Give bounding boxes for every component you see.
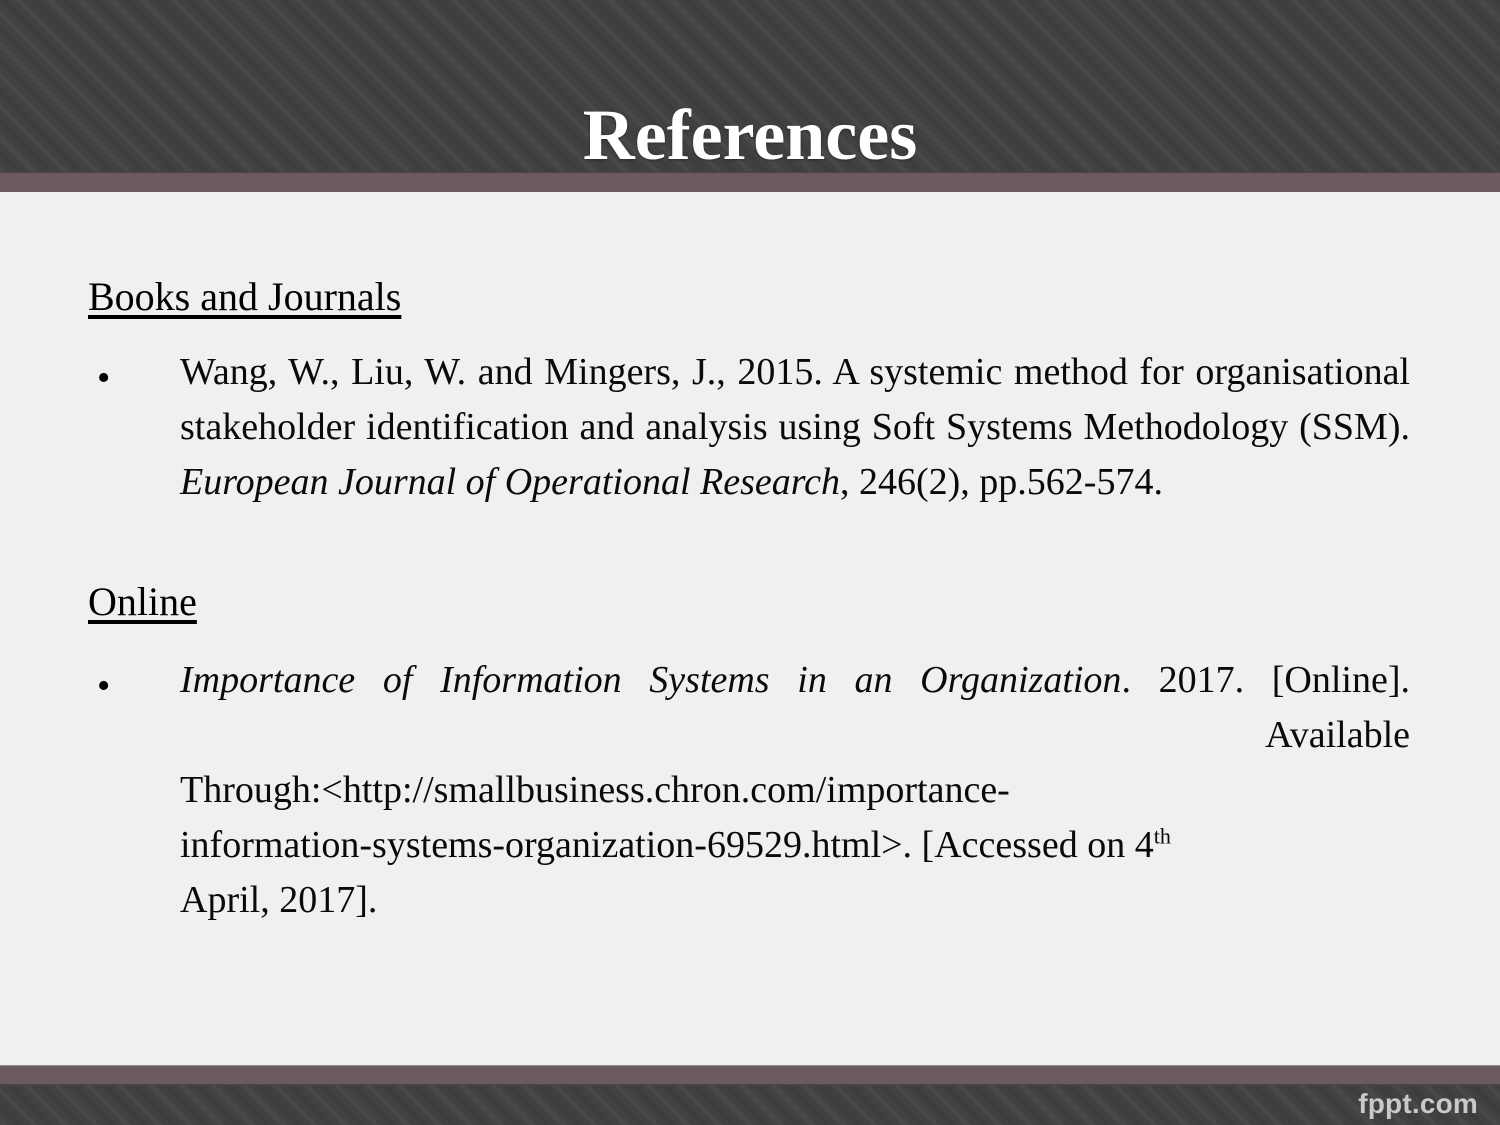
page-title: References <box>582 95 918 175</box>
reference-journal-title: European Journal of Operational Research <box>180 461 840 503</box>
reference-lead-text: Wang, W., Liu, W. and Mingers, J., 2015.… <box>180 351 1410 448</box>
reference-url-line-1: Through:<http://smallbusiness.chron.com/… <box>180 769 1010 811</box>
footer-texture-band <box>0 1085 1500 1125</box>
slide: References Books and Journals • Wang, W.… <box>0 0 1500 1125</box>
section-heading-online: Online <box>88 579 197 624</box>
footer-accent-rule <box>0 1065 1500 1085</box>
list-item: • Wang, W., Liu, W. and Mingers, J., 201… <box>88 345 1410 510</box>
ordinal-suffix: th <box>1153 823 1171 849</box>
reference-online-title: Importance of Information Systems in an … <box>180 659 1122 701</box>
bullet-icon: • <box>97 665 111 707</box>
reference-accessed-date: April, 2017]. <box>180 879 378 921</box>
bullet-icon: • <box>97 357 111 399</box>
reference-url-tail: information-systems-organization-69529.h… <box>180 824 1154 866</box>
footer-watermark: fppt.com <box>1358 1088 1478 1119</box>
reference-entry-online: Importance of Information Systems in an … <box>180 653 1410 928</box>
slide-body: Books and Journals • Wang, W., Liu, W. a… <box>0 192 1500 1065</box>
reference-entry-books: Wang, W., Liu, W. and Mingers, J., 2015.… <box>180 345 1410 510</box>
section-heading-books-and-journals: Books and Journals <box>88 274 402 319</box>
list-item: • Importance of Information Systems in a… <box>88 653 1410 928</box>
reference-volume-pages: , 246(2), pp.562-574. <box>839 461 1163 503</box>
reference-available-word: Available <box>1265 714 1410 756</box>
reference-url-line-2: information-systems-organization-69529.h… <box>180 818 1410 873</box>
header-accent-rule <box>0 172 1500 192</box>
reference-online-year-medium: . 2017. [Online]. <box>1121 659 1411 701</box>
